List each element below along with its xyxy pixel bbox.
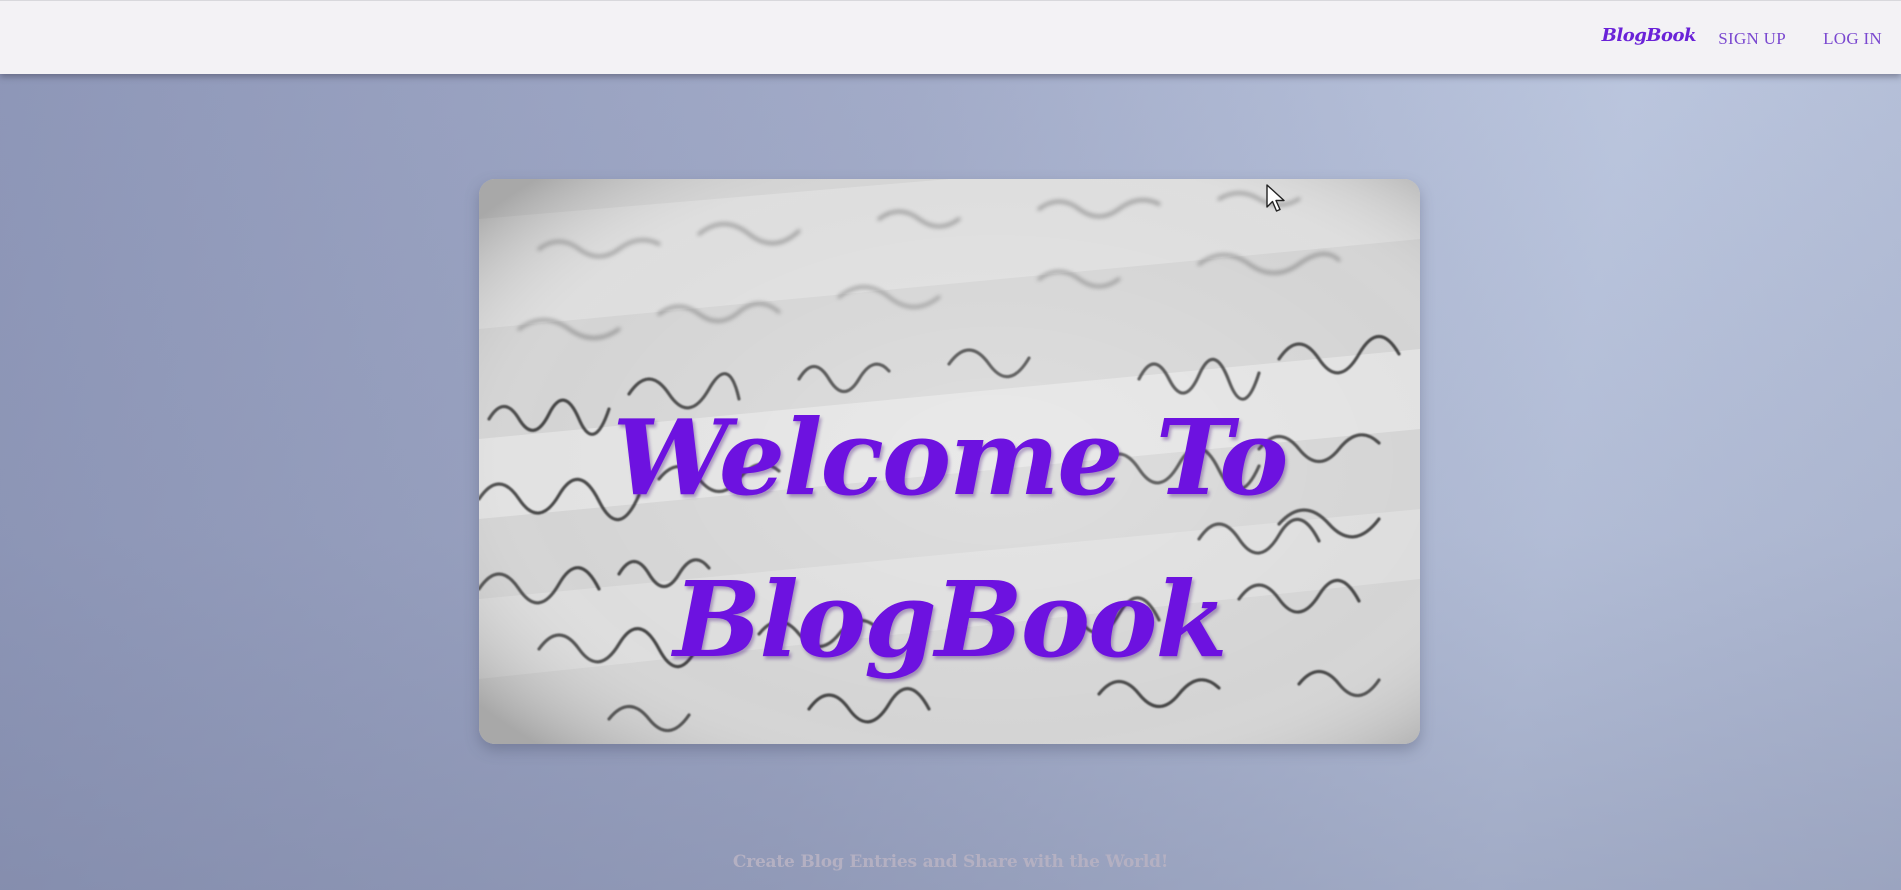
top-navbar: BlogBook SIGN UP LOG IN: [0, 0, 1901, 74]
log-in-link[interactable]: LOG IN: [1823, 29, 1882, 49]
tagline-text: Create Blog Entries and Share with the W…: [732, 852, 1169, 872]
hero-banner: Welcome To BlogBook: [479, 179, 1420, 744]
hero-title-line-2: BlogBook: [673, 557, 1227, 681]
sign-up-link[interactable]: SIGN UP: [1718, 29, 1786, 49]
mouse-pointer-icon: [1266, 184, 1285, 212]
hero-title-line-1: Welcome To: [612, 395, 1289, 519]
brand-logo-link[interactable]: BlogBook: [1602, 25, 1697, 46]
hero-title: Welcome To BlogBook: [479, 377, 1420, 701]
